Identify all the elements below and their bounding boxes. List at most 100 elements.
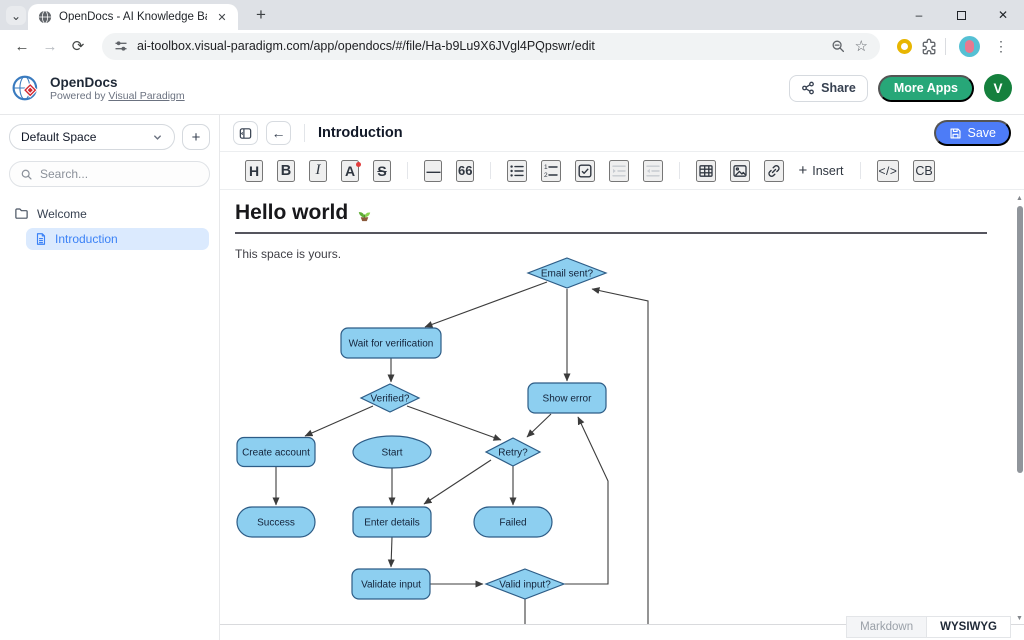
- indent-button[interactable]: [609, 160, 629, 182]
- extensions-puzzle-icon[interactable]: [921, 38, 938, 55]
- share-icon: [801, 81, 815, 95]
- back-button[interactable]: ←: [8, 32, 36, 60]
- flow-node-start[interactable]: Start: [353, 436, 431, 468]
- flow-node-create_account[interactable]: Create account: [237, 438, 315, 467]
- flow-node-show_error[interactable]: Show error: [528, 383, 606, 413]
- browser-menu-icon[interactable]: ⋮: [986, 38, 1016, 55]
- flow-node-retry[interactable]: Retry?: [486, 438, 540, 466]
- flow-node-email_sent[interactable]: Email sent?: [528, 258, 606, 288]
- page-title: Introduction: [318, 125, 403, 141]
- svg-text:2: 2: [544, 172, 548, 179]
- svg-text:Start: Start: [381, 448, 402, 459]
- divider: [679, 162, 680, 179]
- svg-text:1: 1: [544, 164, 548, 171]
- reload-button[interactable]: ⟳: [64, 32, 92, 60]
- strikethrough-button[interactable]: S: [373, 160, 391, 182]
- divider: [304, 124, 305, 142]
- divider: [860, 162, 861, 179]
- browser-toolbar: ← → ⟳ ai-toolbox.visual-paradigm.com/app…: [0, 30, 1024, 62]
- flow-edge-offscreen_bottom-to-email_sent: [592, 289, 648, 624]
- flow-node-wait_verification[interactable]: Wait for verification: [341, 328, 441, 358]
- tab-close-icon[interactable]: ✕: [214, 9, 230, 25]
- table-icon: [698, 163, 714, 179]
- back-nav-button[interactable]: ←: [266, 121, 291, 145]
- flow-node-failed[interactable]: Failed: [474, 507, 552, 537]
- inline-code-button[interactable]: </>: [877, 160, 900, 182]
- svg-text:Verified?: Verified?: [371, 394, 410, 405]
- visual-paradigm-link[interactable]: Visual Paradigm: [108, 90, 184, 102]
- scroll-up-icon[interactable]: ▲: [1015, 193, 1024, 203]
- table-button[interactable]: [696, 160, 716, 182]
- sidebar-item-welcome[interactable]: Welcome: [0, 202, 219, 225]
- search-input[interactable]: Search...: [9, 161, 210, 187]
- svg-text:Wait for verification: Wait for verification: [349, 339, 434, 350]
- browser-tab[interactable]: OpenDocs - AI Knowledge Base ✕: [28, 4, 238, 30]
- flow-edge-verified-to-create_account: [305, 406, 373, 436]
- app-brand[interactable]: OpenDocs Powered by Visual Paradigm: [12, 73, 185, 103]
- scroll-down-icon[interactable]: ▼: [1015, 613, 1024, 623]
- svg-text:Email sent?: Email sent?: [541, 269, 594, 280]
- share-button[interactable]: Share: [789, 75, 868, 102]
- bookmark-star-icon[interactable]: ☆: [855, 37, 868, 55]
- insert-button[interactable]: +Insert: [798, 162, 843, 179]
- toggle-sidebar-button[interactable]: [233, 121, 258, 145]
- zoom-out-icon[interactable]: [831, 39, 846, 54]
- bold-button[interactable]: B: [277, 160, 295, 182]
- editor-scrollbar[interactable]: ▲ ▼: [1015, 193, 1024, 623]
- tab-search-button[interactable]: ⌄: [6, 6, 26, 25]
- save-button[interactable]: Save: [934, 120, 1012, 146]
- document-header: ← Introduction Save: [220, 115, 1024, 152]
- outdent-button[interactable]: [643, 160, 663, 182]
- window-close-button[interactable]: ✕: [982, 0, 1024, 30]
- user-avatar[interactable]: V: [984, 74, 1012, 102]
- tab-title: OpenDocs - AI Knowledge Base: [59, 11, 207, 23]
- add-space-button[interactable]: +: [182, 124, 210, 150]
- flow-node-valid_input[interactable]: Valid input?: [486, 569, 564, 599]
- flow-edge-retry-to-enter_details: [424, 460, 491, 504]
- task-list-button[interactable]: [575, 160, 595, 182]
- sidebar-item-introduction[interactable]: Introduction: [26, 228, 209, 250]
- url-bar[interactable]: ai-toolbox.visual-paradigm.com/app/opend…: [102, 33, 880, 60]
- window-minimize-button[interactable]: –: [898, 0, 940, 30]
- svg-text:Failed: Failed: [499, 518, 526, 529]
- scrollbar-thumb[interactable]: [1017, 206, 1023, 473]
- window-maximize-button[interactable]: [940, 0, 982, 30]
- font-color-button[interactable]: A: [341, 160, 359, 182]
- url-text[interactable]: ai-toolbox.visual-paradigm.com/app/opend…: [137, 39, 822, 53]
- svg-text:Valid input?: Valid input?: [499, 580, 551, 591]
- wysiwyg-mode-button[interactable]: WYSIWYG: [927, 617, 1010, 637]
- flow-node-success[interactable]: Success: [237, 507, 315, 537]
- site-info-icon[interactable]: [114, 39, 128, 53]
- heading-button[interactable]: H: [245, 160, 263, 182]
- horizontal-rule-button[interactable]: —: [424, 160, 442, 182]
- flow-edge-verified-to-retry: [407, 406, 501, 440]
- image-button[interactable]: [730, 160, 750, 182]
- search-icon: [20, 168, 33, 181]
- bullet-list-button[interactable]: [507, 160, 527, 182]
- bullet-list-icon: [509, 163, 525, 179]
- app-header: OpenDocs Powered by Visual Paradigm Shar…: [0, 62, 1024, 115]
- main-panel: ← Introduction Save H B I A S — 66: [220, 115, 1024, 640]
- flow-node-enter_details[interactable]: Enter details: [353, 507, 431, 537]
- markdown-mode-button[interactable]: Markdown: [847, 617, 927, 637]
- new-tab-button[interactable]: +: [248, 4, 274, 26]
- link-button[interactable]: [764, 160, 784, 182]
- document-editor[interactable]: Hello world This space is yours. Email s: [220, 192, 1015, 624]
- space-selector[interactable]: Default Space: [9, 124, 175, 150]
- flowchart-diagram[interactable]: Email sent? Wait for verification Verified…: [220, 256, 1015, 624]
- code-block-button[interactable]: CB: [913, 160, 934, 182]
- italic-button[interactable]: I: [309, 160, 327, 182]
- extension-badge-icon[interactable]: [897, 39, 912, 54]
- back-arrow-icon: ←: [272, 125, 286, 141]
- forward-button[interactable]: →: [36, 32, 64, 60]
- ordered-list-button[interactable]: 1 2: [541, 160, 561, 182]
- browser-tab-strip: ⌄ OpenDocs - AI Knowledge Base ✕ + – ✕: [0, 0, 1024, 30]
- flow-edge-email_sent-to-wait_verification: [425, 282, 547, 327]
- blockquote-button[interactable]: 66: [456, 160, 474, 182]
- flow-edge-valid_input-to-show_error: [564, 417, 608, 584]
- more-apps-button[interactable]: More Apps: [878, 75, 974, 102]
- flow-node-validate_input[interactable]: Validate input: [352, 569, 430, 599]
- browser-profile-avatar[interactable]: [959, 36, 980, 57]
- app-name: OpenDocs: [50, 75, 185, 90]
- svg-text:Success: Success: [257, 518, 295, 529]
